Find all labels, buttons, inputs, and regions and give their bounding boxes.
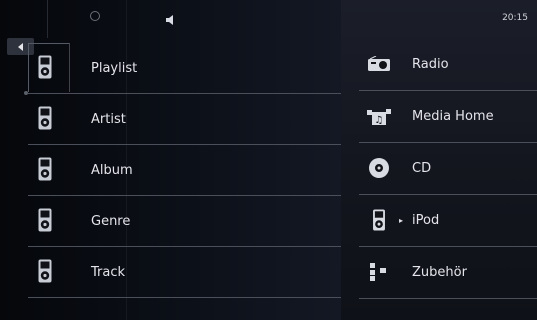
- clock: 20:15: [502, 13, 528, 23]
- source-label: CD: [412, 161, 432, 176]
- ipod-icon: [38, 55, 52, 79]
- source-label: iPod: [412, 213, 440, 228]
- source-label: Zubehör: [412, 265, 467, 280]
- menu-item-playlist[interactable]: Playlist: [28, 43, 341, 94]
- divider: [47, 0, 48, 38]
- menu-item-label: Artist: [91, 111, 126, 127]
- ipod-icon: [38, 208, 52, 232]
- status-bar: [0, 0, 341, 38]
- source-cd[interactable]: CD: [359, 143, 537, 195]
- source-ipod[interactable]: ▸ iPod: [359, 195, 537, 247]
- menu-item-track[interactable]: Track: [28, 247, 341, 298]
- menu-item-artist[interactable]: Artist: [28, 94, 341, 145]
- menu-item-genre[interactable]: Genre: [28, 196, 341, 247]
- speaker-icon[interactable]: [164, 11, 176, 25]
- source-radio[interactable]: Radio: [359, 39, 537, 91]
- svg-text:♫: ♫: [375, 115, 384, 125]
- ipod-icon: [38, 157, 52, 181]
- menu-item-label: Genre: [91, 213, 131, 229]
- menu-item-label: Track: [91, 264, 126, 280]
- cd-icon: [367, 157, 391, 179]
- media-home-icon: ♫: [367, 105, 391, 127]
- active-source-marker: ▸: [399, 216, 404, 225]
- source-label: Media Home: [412, 109, 494, 124]
- menu-item-label: Album: [91, 162, 133, 178]
- accessory-icon: [367, 261, 391, 283]
- menu-item-label: Playlist: [91, 60, 138, 76]
- menu-item-album[interactable]: Album: [28, 145, 341, 196]
- back-arrow-icon: [17, 42, 23, 51]
- circle-icon: [90, 11, 100, 21]
- ipod-icon: [38, 259, 52, 283]
- ipod-icon: [367, 209, 391, 231]
- ipod-icon: [38, 106, 52, 130]
- source-label: Radio: [412, 57, 449, 72]
- radio-icon: [367, 53, 391, 75]
- source-accessory[interactable]: Zubehör: [359, 247, 537, 299]
- source-media-home[interactable]: ♫ Media Home: [359, 91, 537, 143]
